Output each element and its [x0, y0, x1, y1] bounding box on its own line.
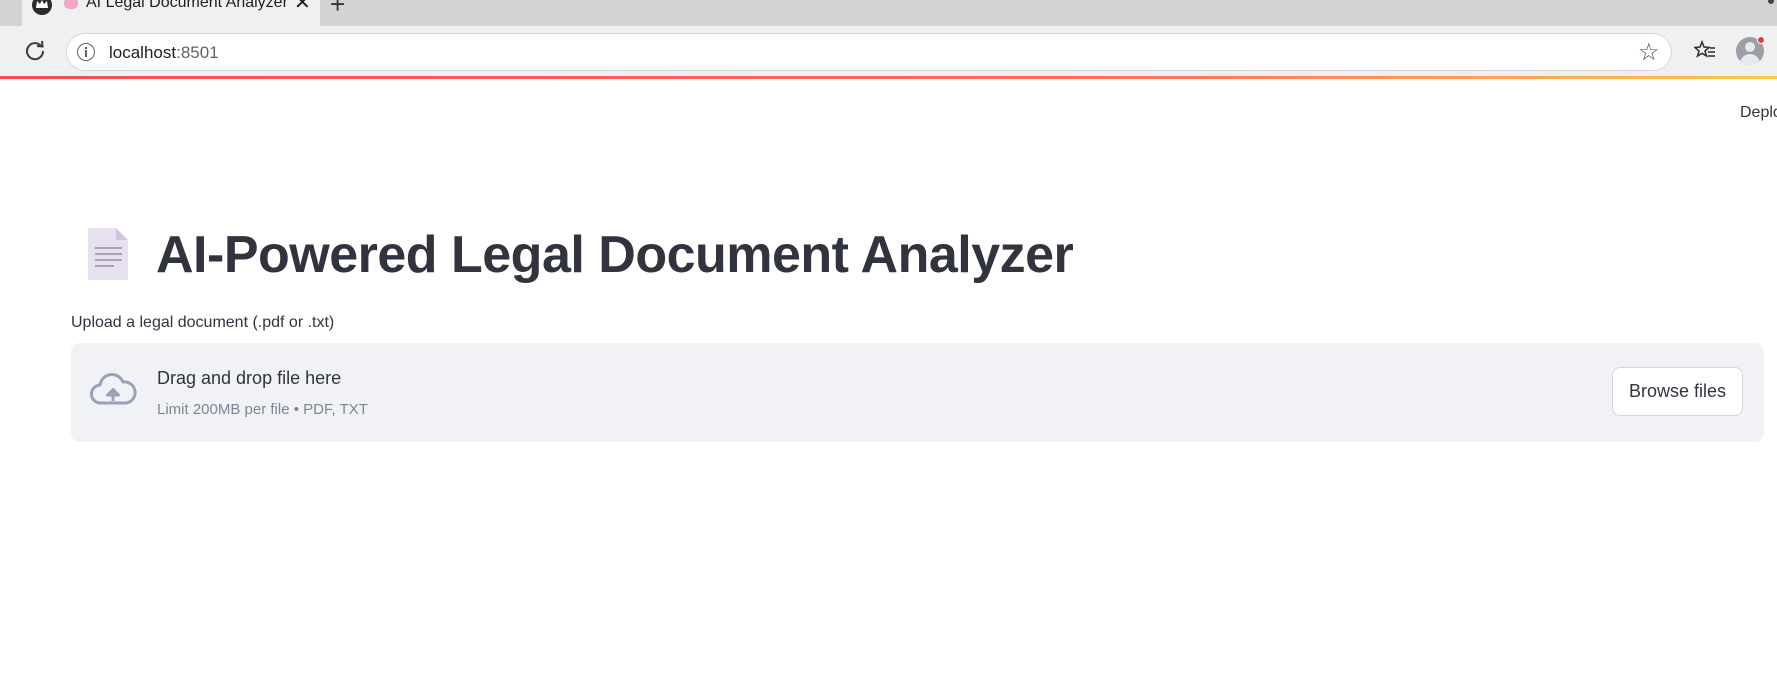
browser-tab-strip: AI Legal Document Analyzer ✕ + [0, 0, 1777, 26]
browser-tab[interactable]: AI Legal Document Analyzer ✕ [22, 0, 320, 26]
address-bar[interactable]: localhost:8501 ☆ [66, 33, 1672, 71]
app-menu-icon[interactable] [32, 0, 52, 15]
dropzone-instructions: Drag and drop file here [157, 368, 342, 388]
favorites-icon[interactable] [1694, 40, 1716, 62]
browse-files-button[interactable]: Browse files [1612, 367, 1743, 416]
brain-favicon-icon [64, 0, 78, 9]
app-decoration-bar [0, 76, 1777, 79]
url-port: :8501 [176, 43, 219, 62]
new-tab-button[interactable]: + [330, 0, 345, 17]
reload-icon[interactable] [22, 38, 48, 64]
deploy-button[interactable]: Deplo [1740, 104, 1777, 122]
browser-toolbar: localhost:8501 ☆ [0, 26, 1777, 78]
site-info-icon[interactable] [77, 43, 95, 61]
window-control-icon[interactable] [1768, 0, 1774, 4]
bookmark-star-icon[interactable]: ☆ [1638, 41, 1660, 65]
page-icon [88, 228, 128, 280]
page-title: AI-Powered Legal Document Analyzer [156, 226, 1074, 284]
cloud-upload-icon [90, 373, 137, 405]
url-host: localhost [109, 43, 177, 62]
url-text[interactable]: localhost:8501 [109, 43, 219, 63]
file-uploader-label: Upload a legal document (.pdf or .txt) [71, 314, 335, 331]
notification-dot-icon [1757, 36, 1765, 44]
dropzone-limit-text: Limit 200MB per file • PDF, TXT [157, 401, 368, 418]
file-dropzone[interactable]: Drag and drop file here Limit 200MB per … [71, 343, 1764, 442]
tab-close-icon[interactable]: ✕ [294, 0, 311, 13]
tab-title: AI Legal Document Analyzer [86, 0, 288, 11]
